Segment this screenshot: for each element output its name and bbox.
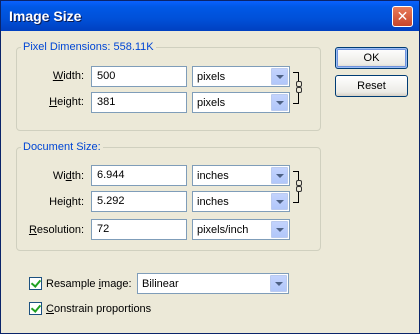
doc-height-unit-value: inches xyxy=(197,196,229,208)
close-icon: ✕ xyxy=(396,8,409,24)
chevron-down-icon[interactable] xyxy=(271,193,288,210)
resolution-input[interactable]: 72 xyxy=(91,219,187,240)
resample-label[interactable]: Resample image: xyxy=(46,278,132,290)
chevron-down-icon[interactable] xyxy=(271,94,288,111)
doc-width-label: Width: xyxy=(52,170,84,182)
pixel-height-unit-value: pixels xyxy=(197,97,226,109)
pixel-height-input[interactable]: 381 xyxy=(91,92,187,113)
doc-width-unit-value: inches xyxy=(197,170,229,182)
link-icon xyxy=(296,81,302,93)
resample-method-value: Bilinear xyxy=(142,278,179,290)
chevron-down-icon[interactable] xyxy=(271,68,288,85)
constrain-label[interactable]: Constrain proportions xyxy=(46,303,151,315)
pixel-dimensions-label: Pixel Dimensions: 558.11K xyxy=(21,41,156,53)
pixel-width-input[interactable]: 500 xyxy=(91,66,187,87)
resample-checkbox[interactable] xyxy=(29,277,42,290)
pixel-height-unit-select[interactable]: pixels xyxy=(192,92,290,113)
link-icon xyxy=(296,180,302,192)
doc-height-label: Height: xyxy=(49,196,84,208)
resolution-unit-select[interactable]: pixels/inch xyxy=(192,219,290,240)
document-size-label: Document Size: xyxy=(21,141,103,153)
resolution-label: Resolution: xyxy=(28,224,84,236)
doc-height-input[interactable]: 5.292 xyxy=(91,191,187,212)
pixel-width-unit-value: pixels xyxy=(197,71,226,83)
resolution-unit-value: pixels/inch xyxy=(197,224,249,236)
image-size-dialog: Image Size ✕ Pixel Dimensions: 558.11K W… xyxy=(0,0,420,334)
pixel-width-label: Width: xyxy=(52,70,84,82)
resample-method-select[interactable]: Bilinear xyxy=(137,273,289,294)
dialog-title: Image Size xyxy=(9,8,82,24)
title-bar[interactable]: Image Size ✕ xyxy=(1,1,419,31)
reset-button[interactable]: Reset xyxy=(335,75,408,97)
pixel-dimensions-group xyxy=(16,47,321,131)
chevron-down-icon[interactable] xyxy=(271,167,288,184)
doc-width-input[interactable]: 6.944 xyxy=(91,165,187,186)
pixel-height-label: Height: xyxy=(49,96,84,108)
doc-height-unit-select[interactable]: inches xyxy=(192,191,290,212)
ok-button[interactable]: OK xyxy=(335,47,408,69)
close-button[interactable]: ✕ xyxy=(392,6,413,27)
constrain-checkbox[interactable] xyxy=(29,302,42,315)
chevron-down-icon[interactable] xyxy=(270,275,287,292)
chevron-down-icon[interactable] xyxy=(271,221,288,238)
pixel-width-unit-select[interactable]: pixels xyxy=(192,66,290,87)
doc-width-unit-select[interactable]: inches xyxy=(192,165,290,186)
